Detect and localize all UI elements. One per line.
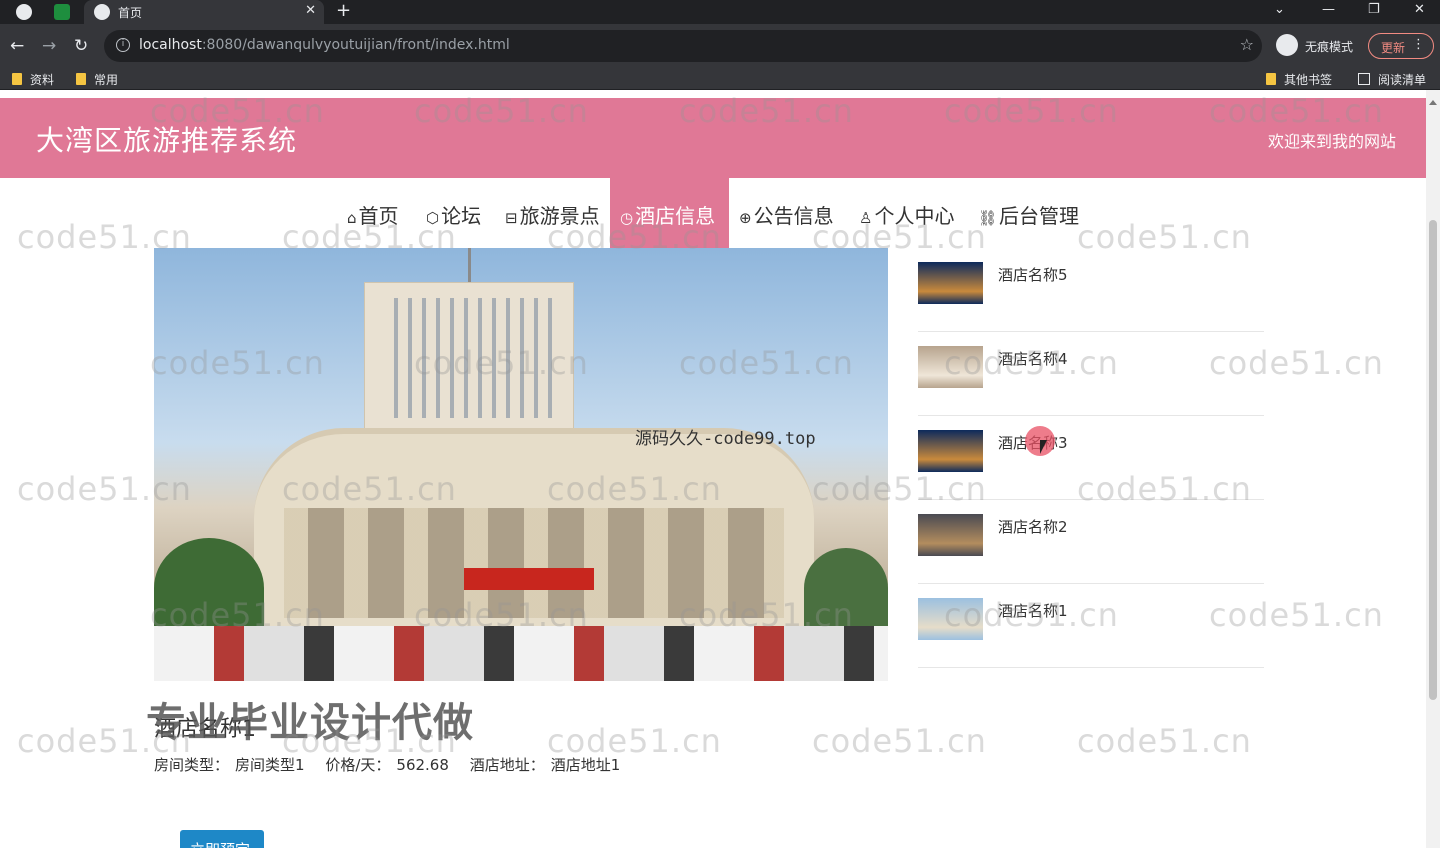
hotel-detail-info: 房间类型： 房间类型1 价格/天： 562.68 酒店地址： 酒店地址1 xyxy=(154,754,636,775)
nav-label: 首页 xyxy=(358,204,399,228)
room-type-label: 房间类型： xyxy=(154,756,230,774)
scrollbar-thumb[interactable] xyxy=(1429,220,1437,700)
bookmark-label: 阅读清单 xyxy=(1378,73,1427,87)
main-nav: ⌂ 首页 ⬡ 论坛 ⊟ 旅游景点 ◷ 酒店信息 ⊕ 公告信息 ♙ 个人中心 ⛓ 后台管理 xyxy=(0,178,1426,248)
update-button[interactable]: 更新 ⋮ xyxy=(1368,33,1434,59)
hotel-thumbnail[interactable] xyxy=(918,346,983,388)
nav-label: 后台管理 xyxy=(999,204,1080,228)
list-item[interactable]: 酒店名称1 xyxy=(918,584,1264,668)
nav-label: 论坛 xyxy=(441,204,482,228)
minimize-icon[interactable]: — xyxy=(1322,2,1335,17)
url-host: localhost xyxy=(139,37,202,53)
globe-icon: ⊕ xyxy=(739,209,752,227)
bookmark-label: 常用 xyxy=(94,73,119,87)
hotel-thumbnail[interactable] xyxy=(918,598,983,640)
reading-list[interactable]: 阅读清单 xyxy=(1358,71,1426,88)
nav-home[interactable]: ⌂ 首页 xyxy=(347,178,399,248)
hotel-name[interactable]: 酒店名称4 xyxy=(998,348,1068,369)
bookmark-folder-ziliao[interactable]: 资料 xyxy=(12,71,54,88)
hotel-list: 酒店名称5 酒店名称4 酒店名称3 酒店名称2 酒店名称1 xyxy=(918,248,1264,668)
address-label: 酒店地址： xyxy=(469,756,545,774)
hotel-thumbnail[interactable] xyxy=(918,514,983,556)
home-icon: ⌂ xyxy=(347,209,357,227)
hotel-name[interactable]: 酒店名称2 xyxy=(998,516,1068,537)
user-icon: ♙ xyxy=(859,209,873,227)
nav-attractions[interactable]: ⊟ 旅游景点 xyxy=(505,178,600,248)
hotel-thumbnail[interactable] xyxy=(918,430,983,472)
mouse-cursor-icon xyxy=(1040,440,1047,454)
nav-profile[interactable]: ♙ 个人中心 xyxy=(859,178,954,248)
nav-label: 旅游景点 xyxy=(519,204,600,228)
folder-icon xyxy=(76,73,86,85)
chevron-down-icon[interactable]: ⌄ xyxy=(1274,2,1285,17)
browser-toolbar: ← → ↻ i localhost:8080/dawanqulvyoutuiji… xyxy=(0,24,1440,68)
sheets-tab-icon[interactable] xyxy=(54,4,70,20)
gift-icon: ⊟ xyxy=(505,209,518,227)
scroll-up-icon[interactable] xyxy=(1429,100,1437,105)
list-item[interactable]: 酒店名称4 xyxy=(918,332,1264,416)
bookmarks-bar: 资料 常用 其他书签 阅读清单 xyxy=(0,68,1440,90)
incognito-icon[interactable] xyxy=(1276,34,1298,56)
nav-label: 酒店信息 xyxy=(635,204,716,228)
bookmark-star-icon[interactable]: ☆ xyxy=(1240,35,1254,54)
more-menu-icon[interactable]: ⋮ xyxy=(1412,37,1425,52)
new-tab-icon[interactable]: + xyxy=(336,0,351,21)
book-now-button[interactable]: 立即预定 xyxy=(180,830,264,848)
cube-icon: ⬡ xyxy=(426,209,440,227)
page-scrollbar[interactable] xyxy=(1426,90,1440,848)
link-icon: ⛓ xyxy=(978,209,998,227)
close-tab-icon[interactable]: ✕ xyxy=(305,3,316,18)
browser-menu-icon[interactable] xyxy=(16,4,32,20)
list-item[interactable]: 酒店名称5 xyxy=(918,248,1264,332)
forward-icon[interactable]: → xyxy=(42,36,56,56)
source-overlay-text: 源码久久-code99.top xyxy=(635,429,816,449)
reading-list-icon xyxy=(1358,73,1370,85)
nav-forum[interactable]: ⬡ 论坛 xyxy=(426,178,481,248)
hotel-hero-image xyxy=(154,248,888,681)
url-path: :8080/dawanqulvyoutuijian/front/index.ht… xyxy=(201,37,510,53)
folder-icon xyxy=(1266,73,1276,85)
tab-home[interactable]: 首页 ✕ xyxy=(84,0,324,24)
bookmark-label: 资料 xyxy=(30,73,55,87)
nav-label: 个人中心 xyxy=(874,204,955,228)
room-type-value: 房间类型1 xyxy=(235,756,305,774)
welcome-text: 欢迎来到我的网站 xyxy=(1267,132,1396,151)
price-value: 562.68 xyxy=(396,756,449,774)
address-bar[interactable]: i localhost:8080/dawanqulvyoutuijian/fro… xyxy=(104,30,1262,62)
close-window-icon[interactable]: ✕ xyxy=(1414,2,1425,17)
bookmark-folder-other[interactable]: 其他书签 xyxy=(1266,71,1332,88)
list-item[interactable]: 酒店名称3 xyxy=(918,416,1264,500)
promo-overlay-text: 专业毕业设计代做 xyxy=(146,700,474,746)
hotel-name[interactable]: 酒店名称5 xyxy=(998,264,1068,285)
page-viewport: 大湾区旅游推荐系统 欢迎来到我的网站 ⌂ 首页 ⬡ 论坛 ⊟ 旅游景点 ◷ 酒店信息 ⊕… xyxy=(0,90,1440,848)
address-value: 酒店地址1 xyxy=(550,756,621,774)
incognito-label: 无痕模式 xyxy=(1305,40,1354,54)
nav-announcements[interactable]: ⊕ 公告信息 xyxy=(739,178,834,248)
folder-icon xyxy=(12,73,22,85)
bookmark-folder-changyong[interactable]: 常用 xyxy=(76,71,118,88)
browser-tab-strip: 首页 ✕ + ⌄ — ❐ ✕ xyxy=(0,0,1440,24)
list-item[interactable]: 酒店名称2 xyxy=(918,500,1264,584)
site-header: 大湾区旅游推荐系统 欢迎来到我的网站 xyxy=(0,98,1426,178)
price-label: 价格/天： xyxy=(325,756,391,774)
globe-icon xyxy=(94,4,110,20)
watermark: code51.cn xyxy=(812,722,987,760)
nav-admin[interactable]: ⛓ 后台管理 xyxy=(978,178,1079,248)
nav-label: 公告信息 xyxy=(753,204,834,228)
site-info-icon[interactable]: i xyxy=(116,38,130,52)
tab-title: 首页 xyxy=(118,6,143,20)
bookmark-label: 其他书签 xyxy=(1284,73,1333,87)
back-icon[interactable]: ← xyxy=(10,36,24,56)
update-label: 更新 xyxy=(1381,41,1406,55)
hotel-name[interactable]: 酒店名称1 xyxy=(998,600,1068,621)
clock-icon: ◷ xyxy=(620,209,634,227)
hotel-thumbnail[interactable] xyxy=(918,262,983,304)
reload-icon[interactable]: ↻ xyxy=(74,36,88,56)
site-title: 大湾区旅游推荐系统 xyxy=(36,124,298,157)
nav-hotels[interactable]: ◷ 酒店信息 xyxy=(610,178,729,248)
restore-icon[interactable]: ❐ xyxy=(1368,2,1380,17)
watermark: code51.cn xyxy=(1077,722,1252,760)
